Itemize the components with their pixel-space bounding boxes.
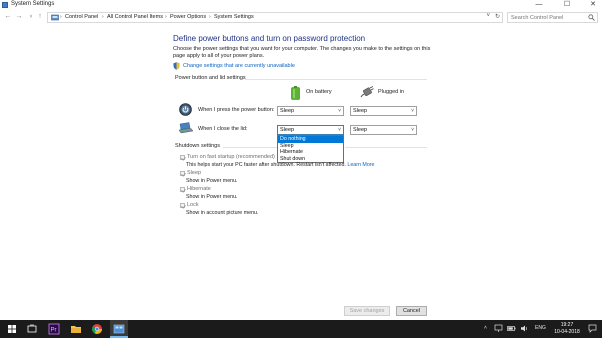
svg-text:Pr: Pr [51, 328, 57, 334]
minimize-button[interactable]: — [530, 0, 548, 10]
search-input[interactable] [511, 14, 587, 22]
close-button[interactable]: ✕ [584, 0, 602, 10]
address-dropdown-icon[interactable]: ˅ [486, 13, 490, 19]
power-button-plugged-select[interactable]: Sleep ˅ [350, 106, 417, 116]
search-icon [588, 14, 595, 21]
hibernate-label: Hibernate [187, 186, 211, 192]
breadcrumb-separator: › [102, 14, 104, 20]
select-value: Sleep [353, 108, 368, 114]
refresh-icon[interactable]: ↻ [495, 13, 500, 20]
breadcrumb-separator: › [60, 14, 62, 20]
chevron-down-icon: ˅ [338, 127, 341, 133]
laptop-lid-icon [178, 122, 194, 134]
plug-icon [360, 86, 374, 98]
breadcrumb-system-settings[interactable]: System Settings [214, 14, 254, 20]
select-value: Sleep [353, 127, 368, 133]
taskbar: Pr ˄ ENG 19:27 10-04-2018 [0, 320, 602, 338]
unavailable-settings-label[interactable]: Change settings that are currently unava… [183, 63, 295, 69]
page-title: Define power buttons and turn on passwor… [173, 34, 366, 43]
breadcrumb-separator: › [209, 14, 211, 20]
sleep-label: Sleep [187, 170, 202, 176]
sleep-checkbox[interactable] [180, 171, 185, 176]
select-value: Sleep [280, 108, 295, 114]
control-panel-taskbar-button[interactable] [110, 320, 128, 338]
lock-description: Show in account picture menu. [186, 210, 259, 216]
action-center-icon[interactable] [588, 324, 597, 333]
power-button-label: When I press the power button: [198, 107, 275, 113]
start-windows-icon[interactable] [6, 323, 18, 335]
lock-checkbox[interactable] [180, 203, 185, 208]
select-value: Sleep [280, 127, 295, 133]
control-panel-taskbar-icon [113, 324, 125, 334]
fast-startup-desc-text: This helps start your PC faster after sh… [186, 162, 346, 168]
show-hidden-icons[interactable]: ˄ [484, 325, 487, 331]
control-panel-icon [2, 2, 8, 8]
task-view-icon[interactable] [26, 323, 38, 335]
network-icon[interactable] [494, 324, 503, 333]
battery-tray-icon[interactable] [507, 324, 516, 333]
control-panel-home-icon [51, 14, 59, 21]
forward-button[interactable]: → [14, 12, 24, 22]
window-title: System Settings [11, 1, 55, 7]
fast-startup-label: Turn on fast startup (recommended) [187, 154, 275, 160]
fast-startup-description: This helps start your PC faster after sh… [186, 162, 374, 168]
battery-icon [291, 86, 300, 100]
clock-time: 19:27 [560, 322, 574, 328]
breadcrumb-all-items[interactable]: All Control Panel Items [107, 14, 163, 20]
title-bar: System Settings — ☐ ✕ [0, 0, 602, 10]
lid-label: When I close the lid: [198, 126, 248, 132]
power-button-battery-select[interactable]: Sleep ˅ [277, 106, 344, 116]
language-indicator[interactable]: ENG [535, 325, 546, 331]
search-box[interactable] [507, 12, 598, 23]
back-button[interactable]: ← [3, 12, 13, 22]
volume-icon[interactable] [520, 324, 529, 333]
section-divider [245, 79, 427, 80]
hibernate-checkbox[interactable] [180, 187, 185, 192]
premiere-app-icon[interactable]: Pr [48, 323, 60, 335]
chrome-icon[interactable] [91, 323, 103, 335]
cancel-button[interactable]: Cancel [396, 306, 427, 316]
clock-date: 10-04-2018 [554, 329, 580, 335]
chevron-down-icon: ˅ [411, 108, 414, 114]
save-changes-button[interactable]: Save changes [344, 306, 390, 316]
address-bar-row: ← → ˅ ↑ › Control Panel › All Control Pa… [0, 11, 602, 24]
lock-label: Lock [187, 202, 199, 208]
page-description: Choose the power settings that you want … [173, 46, 431, 59]
sleep-description: Show in Power menu. [186, 178, 238, 184]
up-button[interactable]: ↑ [35, 12, 45, 22]
uac-shield-icon [173, 62, 180, 70]
section-divider [223, 147, 277, 148]
maximize-button[interactable]: ☐ [558, 0, 576, 10]
breadcrumb-separator: › [165, 14, 167, 20]
section-divider [345, 147, 427, 148]
address-bar[interactable]: › Control Panel › All Control Panel Item… [47, 12, 503, 23]
file-explorer-icon[interactable] [70, 323, 82, 335]
shutdown-section-title: Shutdown settings [175, 143, 220, 149]
chevron-down-icon: ˅ [411, 127, 414, 133]
lid-plugged-select[interactable]: Sleep ˅ [350, 125, 417, 135]
clock[interactable]: 19:27 10-04-2018 [552, 322, 582, 336]
learn-more-link[interactable]: Learn More [347, 162, 374, 168]
fast-startup-checkbox[interactable] [180, 155, 185, 160]
on-battery-header: On battery [306, 89, 332, 95]
lid-battery-dropdown-list: Do nothing Sleep Hibernate Shut down [277, 135, 344, 163]
lid-battery-select[interactable]: Sleep ˅ [277, 125, 344, 135]
power-section-title: Power button and lid settings [175, 75, 246, 81]
plugged-in-header: Plugged in [378, 89, 404, 95]
breadcrumb-power-options[interactable]: Power Options [170, 14, 206, 20]
chevron-down-icon: ˅ [338, 108, 341, 114]
power-button-icon [179, 103, 192, 116]
breadcrumb-control-panel[interactable]: Control Panel [65, 14, 98, 20]
hibernate-description: Show in Power menu. [186, 194, 238, 200]
